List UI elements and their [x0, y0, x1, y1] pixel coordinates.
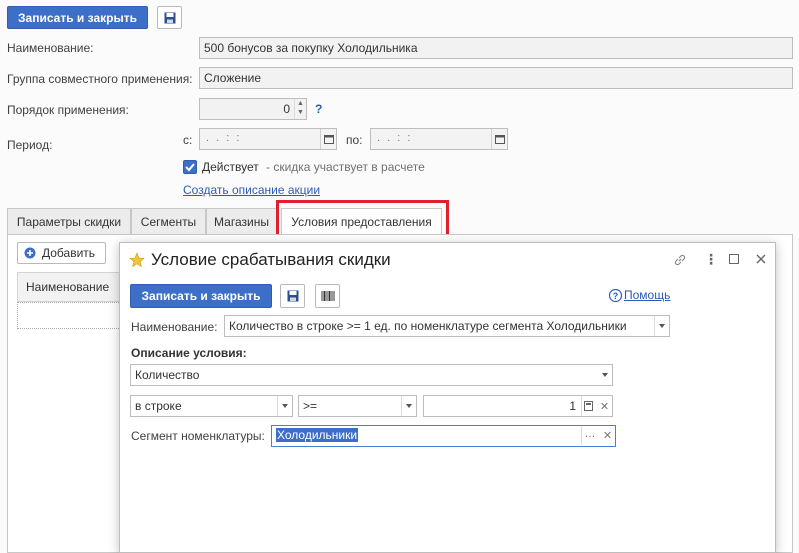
clear-icon[interactable]: ✕ — [600, 426, 615, 445]
more-options-icon[interactable]: ⋮ — [704, 251, 718, 268]
segment-field[interactable]: Холодильники … ✕ — [271, 425, 616, 447]
svg-text:?: ? — [613, 291, 619, 301]
group-field[interactable]: Сложение — [199, 67, 793, 89]
floppy-disk-icon — [287, 290, 298, 302]
select-ellipsis-icon[interactable]: … — [581, 426, 598, 445]
amount-field[interactable]: 1 ✕ — [423, 395, 613, 417]
create-description-link[interactable]: Создать описание акции — [183, 183, 320, 197]
segment-label: Сегмент номенклатуры: — [131, 429, 265, 443]
period-to-label: по: — [346, 133, 363, 147]
table-header: Наименование — [17, 272, 127, 302]
add-button[interactable]: Добавить — [17, 242, 106, 264]
period-label: Период: — [7, 138, 53, 152]
chevron-down-icon[interactable] — [277, 396, 292, 416]
dialog-save-close-button[interactable]: Записать и закрыть — [130, 284, 272, 308]
checkmark-icon — [185, 163, 195, 172]
save-button[interactable] — [157, 6, 182, 29]
help-icon: ? — [609, 289, 622, 302]
date-from-field[interactable]: . . : : — [199, 128, 337, 150]
calendar-icon[interactable] — [320, 129, 336, 149]
star-icon[interactable] — [129, 252, 145, 268]
table-row[interactable] — [17, 302, 127, 329]
active-hint: - скидка участвует в расчете — [266, 160, 425, 174]
highlight-frame — [276, 200, 449, 238]
condition-description-label: Описание условия: — [131, 346, 247, 360]
tab-segments[interactable]: Сегменты — [131, 208, 206, 234]
maximize-icon[interactable] — [729, 254, 739, 264]
chevron-down-icon[interactable] — [654, 316, 669, 336]
tab-discount-params[interactable]: Параметры скидки — [7, 208, 131, 234]
stepper-icon[interactable]: ▲ ▼ — [294, 99, 306, 119]
calculator-icon[interactable] — [581, 396, 595, 416]
dialog-save-button[interactable] — [280, 284, 305, 308]
barcode-icon — [321, 291, 334, 301]
column-header-name: Наименование — [26, 280, 110, 294]
name-label: Наименование: — [7, 41, 94, 55]
tab-stores[interactable]: Магазины — [206, 208, 277, 234]
plus-circle-icon — [24, 247, 36, 259]
dialog-name-field[interactable]: Количество в строке >= 1 ед. по номенкла… — [224, 315, 670, 337]
help-question-icon[interactable]: ? — [315, 102, 322, 116]
order-label: Порядок применения: — [7, 103, 129, 117]
group-label: Группа совместного применения: — [7, 72, 193, 86]
name-field[interactable]: 500 бонусов за покупку Холодильника — [199, 37, 793, 59]
condition-dialog: Условие срабатывания скидки ⋮ Записать и… — [119, 242, 776, 553]
floppy-disk-icon — [164, 12, 175, 23]
active-checkbox[interactable] — [183, 160, 197, 174]
operator-select[interactable]: >= — [298, 395, 417, 417]
active-label: Действует — [202, 160, 259, 174]
help-link[interactable]: Помощь — [624, 288, 670, 302]
save-close-button[interactable]: Записать и закрыть — [7, 6, 148, 29]
clear-icon[interactable]: ✕ — [597, 396, 612, 416]
condition-kind-select[interactable]: Количество — [130, 364, 613, 386]
calendar-icon[interactable] — [491, 129, 507, 149]
dialog-title: Условие срабатывания скидки — [151, 250, 391, 269]
close-icon[interactable] — [756, 254, 766, 264]
date-to-field[interactable]: . . : : — [370, 128, 508, 150]
chevron-down-icon[interactable] — [401, 396, 416, 416]
link-icon[interactable] — [673, 253, 687, 267]
period-from-label: с: — [183, 133, 193, 147]
order-field[interactable]: 0 ▲ ▼ — [199, 98, 307, 120]
dialog-name-label: Наименование: — [131, 320, 218, 334]
barcode-button[interactable] — [315, 284, 340, 308]
scope-select[interactable]: в строке — [130, 395, 293, 417]
chevron-down-icon[interactable] — [597, 365, 612, 385]
